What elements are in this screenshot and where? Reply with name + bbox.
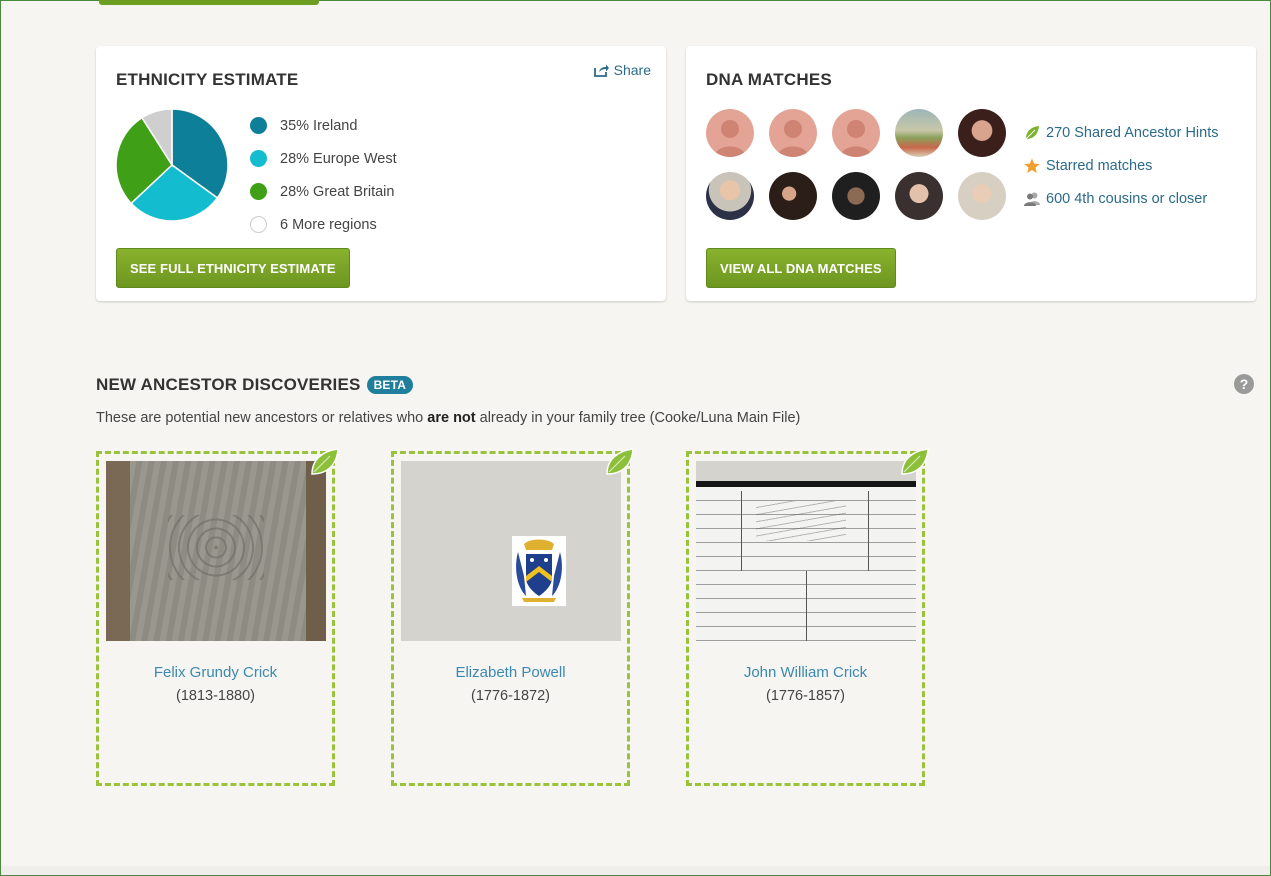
ethnicity-card: ETHNICITY ESTIMATE Share 35% Ireland 28%… [96, 46, 666, 301]
view-all-dna-matches-button[interactable]: VIEW ALL DNA MATCHES [706, 248, 896, 288]
share-icon [593, 64, 609, 77]
top-green-bar [99, 0, 319, 5]
discovery-card[interactable]: Felix Grundy Crick (1813-1880) [96, 448, 339, 786]
legend-label: 28% Great Britain [280, 183, 395, 200]
avatar[interactable] [706, 109, 754, 157]
ireland-dot-icon [250, 117, 267, 134]
ethnicity-pie-chart[interactable] [116, 109, 228, 221]
avatar[interactable] [832, 109, 880, 157]
coat-of-arms-image [401, 461, 621, 641]
person-silhouette-icon [840, 120, 872, 157]
legend-item-ireland[interactable]: 35% Ireland [250, 109, 397, 142]
europe-west-dot-icon [250, 150, 267, 167]
ancestor-years: (1776-1857) [766, 688, 845, 704]
see-full-ethnicity-button[interactable]: SEE FULL ETHNICITY ESTIMATE [116, 248, 350, 288]
starred-matches-link[interactable]: Starred matches [1024, 149, 1219, 182]
avatar[interactable] [895, 172, 943, 220]
ancestor-years: (1813-1880) [176, 688, 255, 704]
ancestor-name[interactable]: Felix Grundy Crick [99, 664, 332, 681]
discovery-card[interactable]: John William Crick (1776-1857) [686, 448, 929, 786]
ancestor-name[interactable]: John William Crick [689, 664, 922, 681]
ethnicity-title: ETHNICITY ESTIMATE [116, 70, 299, 89]
beta-badge: BETA [366, 376, 414, 394]
avatar[interactable] [832, 172, 880, 220]
avatar[interactable] [895, 109, 943, 157]
avatar[interactable] [958, 109, 1006, 157]
help-icon[interactable]: ? [1234, 374, 1254, 394]
legend-label: 6 More regions [280, 216, 377, 233]
avatar[interactable] [769, 109, 817, 157]
avatar[interactable] [706, 172, 754, 220]
coat-of-arms-icon [512, 536, 566, 606]
share-label: Share [613, 62, 651, 78]
dna-matches-card: DNA MATCHES 270 Shared Ancestor Hints St… [686, 46, 1256, 301]
leaf-icon [901, 448, 929, 475]
shared-ancestor-hints-link[interactable]: 270 Shared Ancestor Hints [1024, 116, 1219, 149]
discoveries-title-text: NEW ANCESTOR DISCOVERIES [96, 375, 361, 394]
subtitle-text: These are potential new ancestors or rel… [96, 410, 428, 426]
share-link[interactable]: Share [593, 62, 651, 78]
dna-links: 270 Shared Ancestor Hints Starred matche… [1024, 116, 1219, 215]
subtitle-text-end: already in your family tree (Cooke/Luna … [475, 410, 801, 426]
person-silhouette-icon [777, 120, 809, 157]
leaf-icon [606, 448, 634, 475]
legend-label: 28% Europe West [280, 150, 397, 167]
avatar[interactable] [958, 172, 1006, 220]
ancestor-name[interactable]: Elizabeth Powell [394, 664, 627, 681]
more-regions-dot-icon [250, 216, 267, 233]
people-icon [1024, 192, 1040, 206]
gravestone-image [106, 461, 326, 641]
shared-ancestor-hints-label: 270 Shared Ancestor Hints [1046, 124, 1219, 141]
discovery-card[interactable]: Elizabeth Powell (1776-1872) [391, 448, 634, 786]
dna-matches-title: DNA MATCHES [706, 70, 832, 89]
cousins-label: 600 4th cousins or closer [1046, 190, 1208, 207]
person-silhouette-icon [714, 120, 746, 157]
ancestor-years: (1776-1872) [471, 688, 550, 704]
legend-item-more-regions[interactable]: 6 More regions [250, 208, 397, 241]
leaf-icon [311, 448, 339, 475]
war-record-image [696, 461, 916, 641]
legend-item-europe-west[interactable]: 28% Europe West [250, 142, 397, 175]
ethnicity-legend: 35% Ireland 28% Europe West 28% Great Br… [250, 109, 397, 241]
discoveries-title: NEW ANCESTOR DISCOVERIES BETA [96, 375, 414, 395]
leaf-icon [1025, 125, 1039, 139]
avatar[interactable] [769, 172, 817, 220]
star-icon [1024, 158, 1040, 173]
starred-matches-label: Starred matches [1046, 157, 1153, 174]
discoveries-subtitle: These are potential new ancestors or rel… [96, 410, 800, 426]
bottom-strip [1, 866, 1270, 875]
legend-label: 35% Ireland [280, 117, 358, 134]
great-britain-dot-icon [250, 183, 267, 200]
cousins-link[interactable]: 600 4th cousins or closer [1024, 182, 1219, 215]
legend-item-great-britain[interactable]: 28% Great Britain [250, 175, 397, 208]
subtitle-bold: are not [427, 410, 476, 426]
